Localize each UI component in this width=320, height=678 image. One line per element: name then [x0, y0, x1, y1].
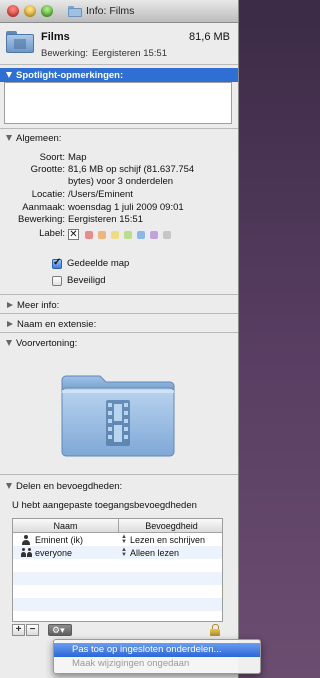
section-name-extension[interactable]: Naam en extensie:: [0, 317, 238, 331]
table-row-empty: [13, 559, 222, 572]
location-label: Locatie:: [31, 189, 65, 200]
title-bar[interactable]: Info: Films: [0, 0, 238, 23]
lock-icon[interactable]: [210, 624, 220, 636]
file-name: Films: [41, 31, 70, 43]
gear-menu-button[interactable]: ⚙▾: [48, 624, 72, 636]
label-swatch-blue[interactable]: [137, 230, 145, 239]
permissions-table: Naam Bevoegdheid Eminent (ik) ▲ ▼ Lezen e…: [12, 518, 223, 622]
label-none-button[interactable]: ✕: [68, 229, 79, 240]
privilege-value: Lezen en schrijven: [130, 534, 206, 545]
up-down-arrows-icon: ▲ ▼: [121, 546, 127, 558]
divider: [0, 332, 238, 333]
disclosure-triangle-icon[interactable]: [7, 321, 13, 327]
privilege-popup[interactable]: ▲ ▼ Lezen en schrijven: [119, 533, 222, 545]
section-more-info[interactable]: Meer info:: [0, 298, 238, 312]
folder-icon: [68, 5, 82, 17]
locked-label: Beveiligd: [67, 275, 106, 286]
locked-checkbox[interactable]: [52, 275, 62, 286]
disclosure-triangle-icon[interactable]: [6, 340, 12, 346]
label-swatches: ✕: [68, 229, 176, 240]
divider: [0, 64, 238, 65]
section-title: Meer info:: [17, 299, 60, 311]
table-row-empty: [13, 598, 222, 611]
user-cell: everyone: [13, 547, 119, 558]
location-value: /Users/Eminent: [68, 189, 133, 200]
folder-icon: [6, 31, 34, 53]
shared-folder-row[interactable]: Gedeelde map: [52, 257, 130, 269]
zoom-button[interactable]: [41, 5, 53, 17]
section-title: Spotlight-opmerkingen:: [16, 69, 124, 81]
modified-detail-value: Eergisteren 15:51: [68, 214, 143, 225]
modified-value: Eergisteren 15:51: [92, 48, 167, 59]
disclosure-triangle-icon[interactable]: [6, 135, 12, 141]
table-row[interactable]: everyone ▲ ▼ Alleen lezen: [13, 546, 222, 559]
window-title-area: Info: Films: [68, 4, 134, 18]
modified-label: Bewerking:: [41, 48, 88, 59]
label-swatch-green[interactable]: [124, 230, 132, 239]
action-popup-menu: Pas toe op ingesloten onderdelen... Maak…: [53, 639, 261, 674]
permissions-toolbar: + − ⚙▾: [12, 624, 223, 638]
label-swatch-red[interactable]: [85, 230, 93, 239]
table-row-empty: [13, 585, 222, 598]
minimize-button[interactable]: [24, 5, 36, 17]
section-sharing[interactable]: Delen en bevoegdheden:: [0, 479, 238, 493]
up-down-arrows-icon: ▲ ▼: [121, 533, 127, 545]
label-swatch-gray[interactable]: [163, 230, 171, 239]
divider: [0, 128, 238, 129]
size-label: Grootte:: [30, 164, 65, 175]
locked-row[interactable]: Beveiligd: [52, 275, 106, 286]
user-cell: Eminent (ik): [13, 534, 119, 545]
modified-detail-label: Bewerking:: [18, 214, 65, 225]
section-preview[interactable]: Voorvertoning:: [0, 336, 238, 350]
user-name: everyone: [35, 547, 73, 558]
kind-value: Map: [68, 152, 87, 163]
divider: [0, 474, 238, 475]
size-value-line2: bytes) voor 3 onderdelen: [68, 176, 174, 187]
label-swatch-yellow[interactable]: [111, 230, 119, 239]
label-label: Label:: [39, 228, 65, 239]
section-spotlight[interactable]: Spotlight-opmerkingen:: [0, 68, 238, 82]
section-title: Voorvertoning:: [16, 337, 78, 349]
divider: [0, 313, 238, 314]
file-size: 81,6 MB: [189, 31, 230, 43]
disclosure-triangle-icon[interactable]: [7, 302, 13, 308]
divider: [0, 294, 238, 295]
privilege-popup[interactable]: ▲ ▼ Alleen lezen: [119, 546, 222, 558]
privilege-value: Alleen lezen: [130, 547, 180, 558]
menu-item-apply-to-enclosed[interactable]: Pas toe op ingesloten onderdelen...: [54, 643, 260, 657]
label-swatch-purple[interactable]: [150, 230, 158, 239]
table-row-empty: [13, 572, 222, 585]
spotlight-comments-field[interactable]: [4, 82, 232, 124]
add-user-button[interactable]: +: [12, 624, 25, 636]
group-icon: [21, 547, 32, 558]
remove-user-button[interactable]: −: [26, 624, 39, 636]
shared-folder-checkbox[interactable]: [52, 257, 62, 269]
modified-row: Bewerking: Eergisteren 15:51: [41, 48, 167, 59]
window-title: Info: Films: [86, 5, 135, 17]
close-button[interactable]: [7, 5, 19, 17]
kind-label: Soort:: [39, 152, 65, 163]
column-header-privilege[interactable]: Bevoegdheid: [119, 519, 222, 533]
section-title: Algemeen:: [16, 132, 62, 144]
permissions-notice: U hebt aangepaste toegangsbevoegdheden: [12, 500, 197, 511]
size-value-line1: 81,6 MB op schijf (81.637.754: [68, 164, 195, 175]
user-icon: [21, 534, 31, 545]
disclosure-triangle-icon[interactable]: [6, 72, 12, 78]
file-header: Films 81,6 MB Bewerking: Eergisteren 15:5…: [0, 23, 238, 63]
section-general[interactable]: Algemeen:: [0, 131, 238, 145]
movies-folder-icon: [61, 375, 175, 457]
section-title: Delen en bevoegdheden:: [16, 480, 123, 492]
column-header-name[interactable]: Naam: [13, 519, 119, 533]
menu-item-revert-changes: Maak wijzigingen ongedaan: [72, 658, 190, 669]
shared-folder-label: Gedeelde map: [67, 258, 130, 269]
label-swatch-orange[interactable]: [98, 230, 106, 239]
info-window: Info: Films Films 81,6 MB Bewerking: Eerg…: [0, 0, 239, 678]
user-name: Eminent (ik): [35, 534, 84, 545]
created-label: Aanmaak:: [22, 202, 65, 213]
section-title: Naam en extensie:: [17, 318, 97, 330]
table-row[interactable]: Eminent (ik) ▲ ▼ Lezen en schrijven: [13, 533, 222, 546]
created-value: woensdag 1 juli 2009 09:01: [68, 202, 184, 213]
disclosure-triangle-icon[interactable]: [6, 483, 12, 489]
